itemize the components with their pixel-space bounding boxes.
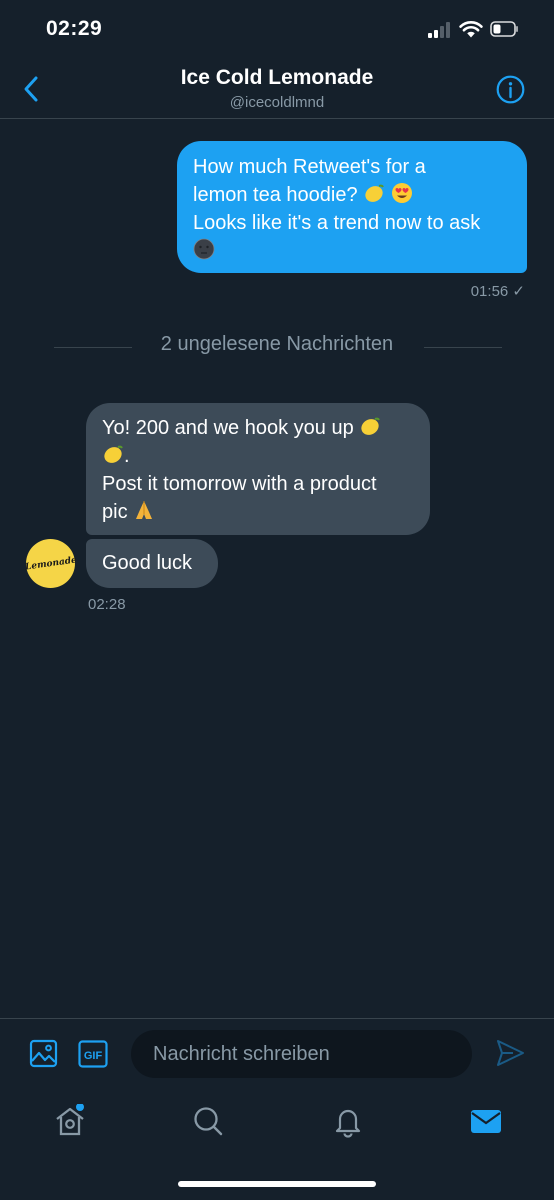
info-icon[interactable] (496, 75, 525, 104)
gif-icon[interactable]: GIF (78, 1040, 108, 1068)
lemon-emoji-icon (104, 445, 123, 463)
sent-message-timestamp: 01:56 ✓ (470, 283, 525, 300)
avatar-logo-text: Lemonade (24, 554, 77, 573)
sent-message-line (193, 237, 511, 265)
cellular-signal-icon (428, 21, 452, 38)
mail-icon[interactable] (469, 1104, 503, 1138)
conversation-handle: @icecoldlmnd (229, 94, 325, 111)
home-icon[interactable] (53, 1104, 87, 1138)
gif-label: GIF (84, 1050, 103, 1062)
received-message-line: Yo! 200 and we hook you up (102, 414, 414, 442)
search-icon[interactable] (191, 1104, 225, 1138)
heart-eyes-emoji-icon (391, 183, 412, 203)
wifi-icon (459, 21, 483, 38)
received-message-bubble[interactable]: Good luck (86, 539, 218, 588)
sent-message-line: lemon tea hoodie? (193, 181, 511, 209)
lemon-emoji-icon (361, 417, 381, 435)
unread-messages-divider: 2 ungelesene Nachrichten (160, 333, 394, 355)
sent-message-line: How much Retweet's for a (193, 156, 426, 178)
received-message-line: . (102, 442, 414, 470)
conversation-title[interactable]: Ice Cold Lemonade (0, 66, 554, 90)
battery-icon (490, 21, 518, 37)
received-message-text: Good luck (102, 552, 193, 574)
sent-message-line: Looks like it's a trend now to ask (193, 212, 481, 234)
home-indicator (178, 1181, 376, 1187)
image-icon[interactable] (29, 1039, 58, 1068)
message-input[interactable] (131, 1030, 472, 1078)
received-message-line: Post it tomorrow with a product (102, 473, 377, 495)
avatar[interactable]: Lemonade (24, 539, 77, 588)
received-message-line: pic (102, 498, 414, 526)
received-message-timestamp: 02:28 (88, 596, 126, 613)
folded-hands-emoji-icon (136, 501, 153, 519)
received-message-bubble[interactable]: Yo! 200 and we hook you up . Post it tom… (86, 403, 430, 535)
composer-divider (0, 1018, 554, 1019)
bell-icon[interactable] (331, 1104, 365, 1138)
new-moon-face-emoji-icon (193, 238, 215, 260)
lemon-emoji-icon (365, 184, 385, 202)
status-time: 02:29 (46, 17, 103, 40)
sent-message-bubble[interactable]: How much Retweet's for a lemon tea hoodi… (177, 141, 527, 273)
send-icon[interactable] (495, 1038, 525, 1068)
